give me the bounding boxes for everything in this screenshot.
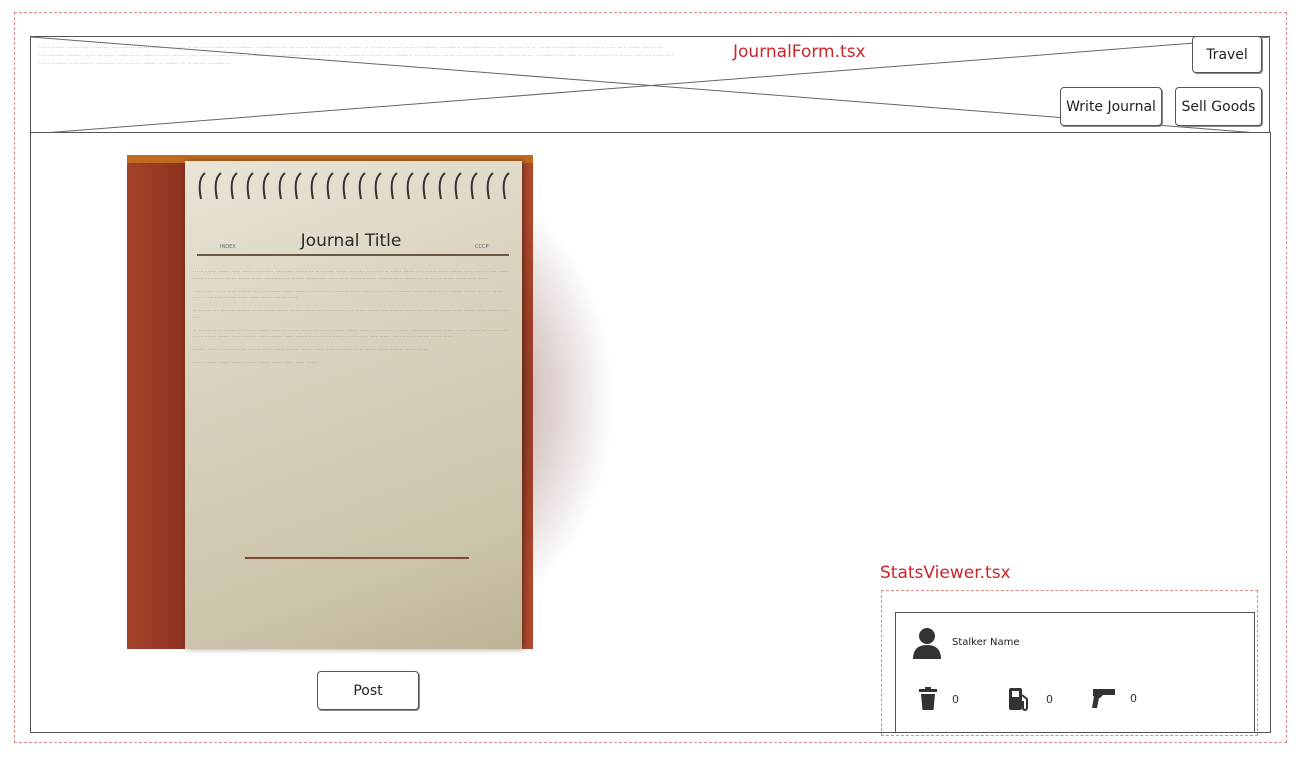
trash-count: 0 (952, 692, 959, 706)
fuel-icon (1009, 688, 1028, 711)
post-button[interactable]: Post (317, 671, 419, 710)
signature-line (245, 557, 469, 559)
notebook-page: INDEX Journal Title CCCP ...... ...... .… (185, 161, 522, 649)
player-name: Stalker Name (952, 637, 1020, 648)
journal-title: Journal Title (300, 231, 402, 251)
gun-icon (1092, 689, 1115, 708)
journal-body-text: ...... ...... ...... ..... ...... ......… (193, 269, 510, 365)
stat-trash: 0 (918, 687, 959, 711)
stats-card: Stalker Name 0 0 0 (895, 612, 1255, 733)
title-underline (197, 254, 509, 256)
stat-gun: 0 (1092, 687, 1137, 709)
journal-image: INDEX Journal Title CCCP ...... ...... .… (127, 155, 617, 649)
travel-button[interactable]: Travel (1192, 36, 1262, 73)
gun-count: 0 (1130, 691, 1137, 705)
stat-fuel: 0 (1008, 687, 1053, 711)
journal-cccp-label: CCCP (475, 244, 489, 250)
write-journal-button[interactable]: Write Journal (1060, 87, 1162, 126)
stats-viewer-label: StatsViewer.tsx (880, 563, 1011, 583)
journal-form-label: JournalForm.tsx (733, 42, 866, 62)
header-greek-text: ..... ...... ...... ..... ........ .....… (39, 44, 675, 66)
sell-goods-button[interactable]: Sell Goods (1175, 87, 1262, 126)
trash-icon (919, 687, 937, 710)
user-icon (913, 628, 941, 659)
fuel-count: 0 (1046, 692, 1053, 706)
spiral-binding (198, 172, 510, 200)
